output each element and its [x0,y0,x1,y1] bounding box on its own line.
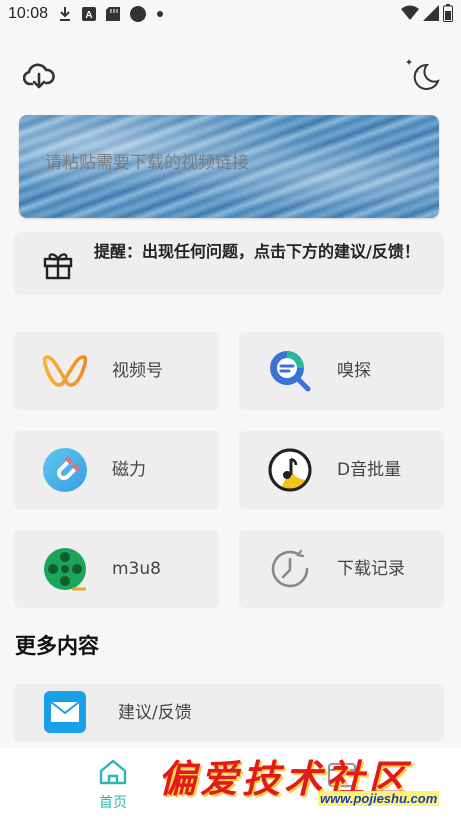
music-note-icon [267,447,313,493]
tile-magnet[interactable]: 磁力 [14,431,219,509]
status-icons-left: A [58,6,164,22]
history-clock-icon [267,546,313,592]
film-reel-icon [42,546,88,592]
notice-text: 提醒：出现任何问题，点击下方的建议/反馈！ [94,242,420,261]
feedback-item[interactable]: 建议/反馈 [14,684,444,742]
mail-icon [44,691,86,737]
notice-card[interactable]: 提醒：出现任何问题，点击下方的建议/反馈！ [14,232,444,295]
status-icons-right [401,4,453,22]
tile-label: m3u8 [112,559,161,579]
feedback-label: 建议/反馈 [118,703,192,723]
status-time: 10:08 [8,5,49,22]
nav-home[interactable]: 首页 [88,758,138,812]
wifi-icon [401,5,419,20]
tile-label: 下载记录 [337,559,405,579]
home-icon [99,759,127,785]
night-mode-icon [406,59,440,90]
tile-channels[interactable]: 视频号 [14,332,219,410]
tile-douyin-batch[interactable]: D音批量 [239,431,444,509]
tile-m3u8[interactable]: m3u8 [14,530,219,608]
dot-icon [157,11,164,17]
night-mode-button[interactable] [402,56,442,94]
nav-home-label: 首页 [99,795,127,811]
tile-label: 嗅探 [337,361,371,381]
cloud-download-button[interactable] [22,60,56,92]
a-badge-icon: A [82,7,97,21]
sd-card-icon [106,7,121,21]
section-title: 更多内容 [15,634,99,658]
cloud-download-icon [23,63,55,89]
tile-label: D音批量 [337,460,402,480]
gift-icon [42,248,74,284]
svg-text:A: A [85,10,92,21]
signal-icon [423,5,439,21]
magnet-icon [42,447,88,493]
tile-label: 磁力 [112,460,146,480]
watermark-url: www.pojieshu.com [318,791,440,806]
status-bar: 10:08 A [0,0,461,28]
video-link-input[interactable] [45,153,415,173]
link-input-banner[interactable] [19,115,439,218]
channels-icon [42,348,88,394]
circle-icon [130,6,147,22]
download-icon [60,7,71,21]
sniff-search-icon [267,348,313,394]
battery-icon [443,4,453,22]
tile-label: 视频号 [112,361,163,381]
tile-download-history[interactable]: 下载记录 [239,530,444,608]
tile-sniff[interactable]: 嗅探 [239,332,444,410]
